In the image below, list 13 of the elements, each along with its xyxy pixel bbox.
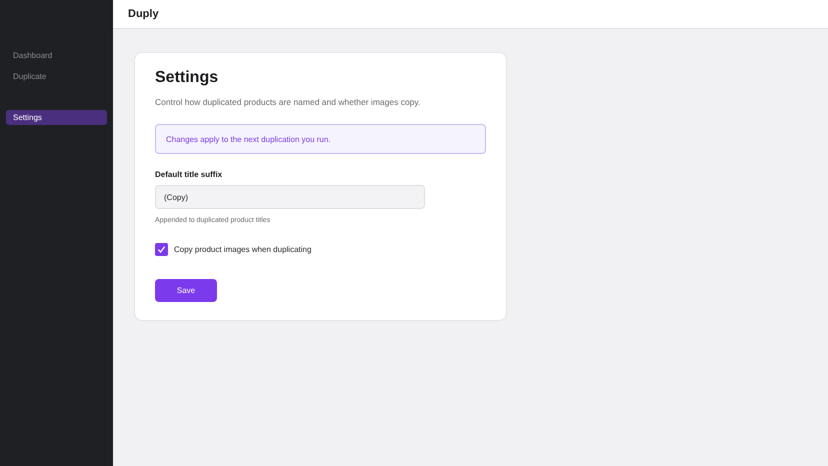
info-banner: Changes apply to the next duplication you run. <box>155 124 486 154</box>
checkbox[interactable] <box>155 243 168 256</box>
save-button[interactable]: Save <box>155 279 217 302</box>
sidebar-item[interactable]: Settings <box>6 110 107 125</box>
field-label: Default title suffix <box>155 170 224 179</box>
page-title: Settings <box>155 69 220 87</box>
page-description: Control how duplicated products are named and whether images copy. <box>155 97 422 107</box>
checkbox-label: Copy product images when duplicating <box>174 245 312 254</box>
check-icon <box>157 245 166 254</box>
sidebar-item[interactable]: Dashboard <box>6 48 107 63</box>
sidebar-item[interactable]: Duplicate <box>6 69 107 84</box>
suffix-input[interactable]: (Copy) <box>155 185 425 209</box>
app-title: Duply <box>113 0 828 29</box>
